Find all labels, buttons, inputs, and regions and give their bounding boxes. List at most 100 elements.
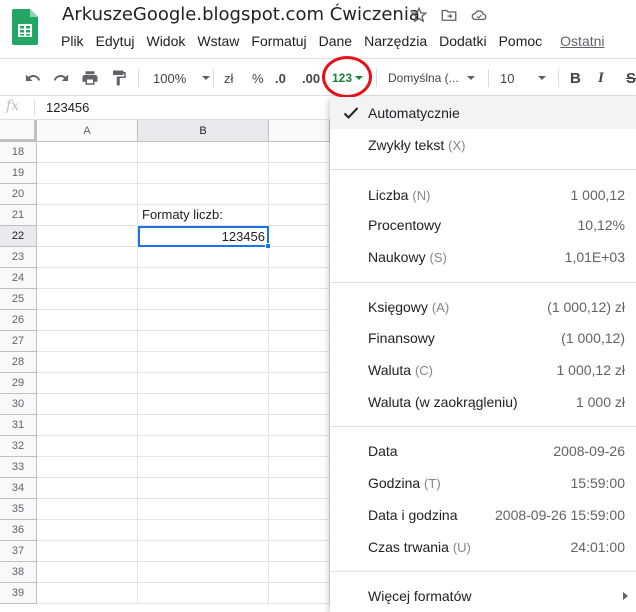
cell-b23[interactable] (138, 247, 269, 268)
cell-c27[interactable] (269, 331, 330, 352)
cell-a28[interactable] (37, 352, 138, 373)
cell-c32[interactable] (269, 436, 330, 457)
cell-b38[interactable] (138, 562, 269, 583)
menu-item-scientific[interactable]: Naukowy (S) 1,01E+03 (330, 241, 636, 273)
document-title[interactable]: ArkuszeGoogle.blogspot.com Ćwiczenia (62, 4, 420, 25)
fill-handle[interactable] (265, 243, 271, 249)
menu-help[interactable]: Pomoc (493, 32, 549, 50)
row-header[interactable]: 23 (0, 247, 37, 268)
cell-b29[interactable] (138, 373, 269, 394)
menu-item-duration[interactable]: Czas trwania (U) 24:01:00 (330, 531, 636, 563)
cell-b25[interactable] (138, 289, 269, 310)
cell-c33[interactable] (269, 457, 330, 478)
cell-a24[interactable] (37, 268, 138, 289)
paint-format-icon[interactable] (110, 59, 128, 97)
cloud-saved-icon[interactable] (470, 6, 488, 24)
row-header[interactable]: 18 (0, 142, 37, 163)
menu-file[interactable]: Plik (55, 32, 90, 50)
format-currency-button[interactable]: zł (224, 59, 233, 97)
increase-decimals-button[interactable]: .00 (302, 59, 320, 97)
cell-c34[interactable] (269, 478, 330, 499)
column-header-c[interactable] (269, 120, 330, 142)
cell-b37[interactable] (138, 541, 269, 562)
row-header[interactable]: 19 (0, 163, 37, 184)
format-percent-button[interactable]: % (252, 59, 264, 97)
cell-a32[interactable] (37, 436, 138, 457)
zoom-select[interactable]: 100% (153, 59, 211, 97)
cell-a21[interactable] (37, 205, 138, 226)
cell-a31[interactable] (37, 415, 138, 436)
print-icon[interactable] (81, 59, 99, 97)
row-header[interactable]: 20 (0, 184, 37, 205)
cell-a30[interactable] (37, 394, 138, 415)
cell-b39[interactable] (138, 583, 269, 604)
menu-insert[interactable]: Wstaw (191, 32, 245, 50)
menu-item-datetime[interactable]: Data i godzina 2008-09-26 15:59:00 (330, 499, 636, 531)
cell-c29[interactable] (269, 373, 330, 394)
cell-a37[interactable] (37, 541, 138, 562)
cell-c28[interactable] (269, 352, 330, 373)
menu-addons[interactable]: Dodatki (433, 32, 492, 50)
cell-a25[interactable] (37, 289, 138, 310)
cell-a27[interactable] (37, 331, 138, 352)
cell-a38[interactable] (37, 562, 138, 583)
cell-a29[interactable] (37, 373, 138, 394)
row-header[interactable]: 38 (0, 562, 37, 583)
cell-c31[interactable] (269, 415, 330, 436)
cell-b35[interactable] (138, 499, 269, 520)
cell-a23[interactable] (37, 247, 138, 268)
italic-button[interactable]: I (598, 59, 604, 97)
cell-c21[interactable] (269, 205, 330, 226)
cell-a20[interactable] (37, 184, 138, 205)
cell-c25[interactable] (269, 289, 330, 310)
cell-c39[interactable] (269, 583, 330, 604)
row-header[interactable]: 32 (0, 436, 37, 457)
cell-c36[interactable] (269, 520, 330, 541)
cell-a33[interactable] (37, 457, 138, 478)
cell-a36[interactable] (37, 520, 138, 541)
cell-a39[interactable] (37, 583, 138, 604)
menu-data[interactable]: Dane (313, 32, 358, 50)
row-header[interactable]: 31 (0, 415, 37, 436)
cell-c26[interactable] (269, 310, 330, 331)
cell-c35[interactable] (269, 499, 330, 520)
formula-input[interactable]: 123456 (46, 100, 89, 115)
menu-item-currency[interactable]: Waluta (C) 1 000,12 zł (330, 354, 636, 386)
cell-c22[interactable] (269, 226, 330, 247)
menu-view[interactable]: Widok (140, 32, 191, 50)
cell-a26[interactable] (37, 310, 138, 331)
row-header[interactable]: 39 (0, 583, 37, 604)
move-to-folder-icon[interactable] (440, 6, 458, 24)
menu-item-date[interactable]: Data 2008-09-26 (330, 435, 636, 467)
row-header[interactable]: 36 (0, 520, 37, 541)
cell-c30[interactable] (269, 394, 330, 415)
cell-a18[interactable] (37, 142, 138, 163)
cell-b36[interactable] (138, 520, 269, 541)
menu-item-currency-rounded[interactable]: Waluta (w zaokrągleniu) 1 000 zł (330, 386, 636, 418)
cell-b31[interactable] (138, 415, 269, 436)
menu-item-financial[interactable]: Finansowy (1 000,12) (330, 322, 636, 354)
cell-c23[interactable] (269, 247, 330, 268)
row-header[interactable]: 26 (0, 310, 37, 331)
menu-item-more-formats[interactable]: Więcej formatów (330, 580, 636, 612)
menu-item-number[interactable]: Liczba (N) 1 000,12 (330, 179, 636, 211)
cell-c18[interactable] (269, 142, 330, 163)
cell-c19[interactable] (269, 163, 330, 184)
row-header[interactable]: 37 (0, 541, 37, 562)
cell-a19[interactable] (37, 163, 138, 184)
cell-a22[interactable] (37, 226, 138, 247)
undo-icon[interactable] (24, 59, 42, 97)
cell-c24[interactable] (269, 268, 330, 289)
row-header[interactable]: 21 (0, 205, 37, 226)
decrease-decimals-button[interactable]: .0 (275, 59, 286, 97)
column-header-a[interactable]: A (37, 120, 138, 142)
row-header[interactable]: 27 (0, 331, 37, 352)
row-header[interactable]: 33 (0, 457, 37, 478)
cell-c20[interactable] (269, 184, 330, 205)
cell-b27[interactable] (138, 331, 269, 352)
row-header[interactable]: 35 (0, 499, 37, 520)
select-all-corner[interactable] (0, 120, 37, 142)
cell-b22[interactable]: 123456 (138, 226, 269, 247)
redo-icon[interactable] (52, 59, 70, 97)
font-size-select[interactable]: 10 (500, 59, 547, 97)
